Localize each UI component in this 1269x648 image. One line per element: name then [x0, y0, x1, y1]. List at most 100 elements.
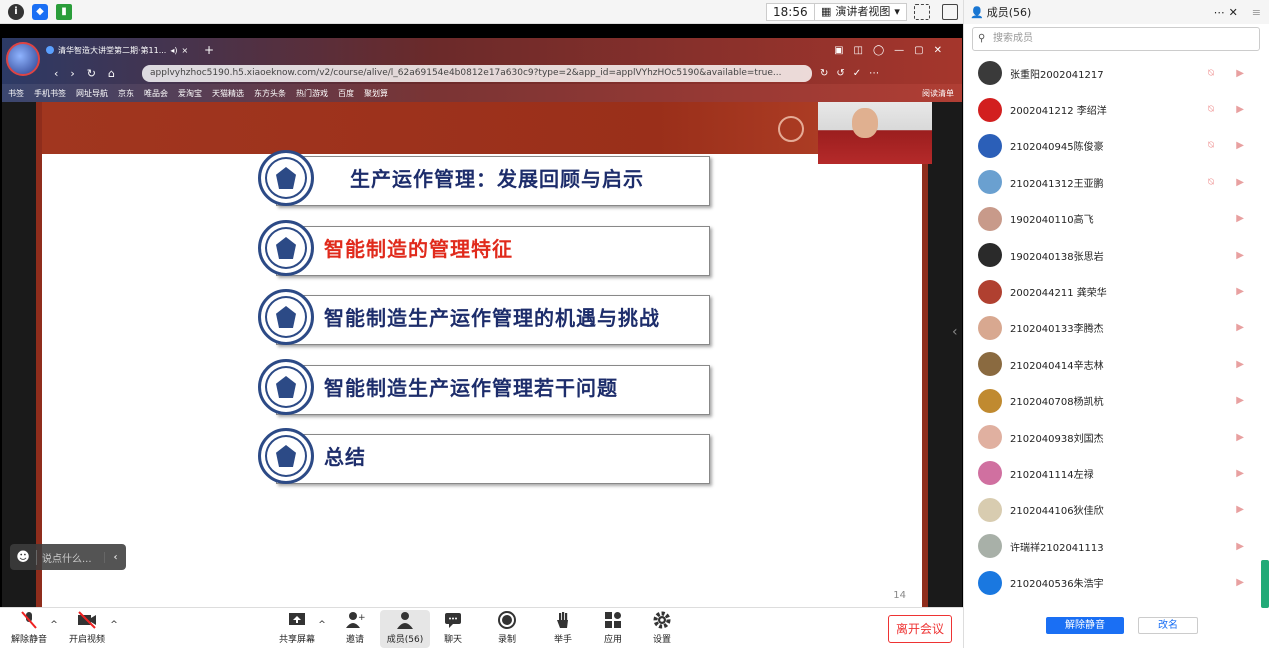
signal-icon[interactable]: ▮ — [56, 3, 72, 20]
grid-icon: ▦ — [821, 5, 832, 18]
bookmark-item[interactable]: 百度 — [338, 88, 354, 99]
toc-item: 总结 — [258, 428, 710, 484]
toc-badge-icon — [258, 359, 314, 415]
member-row[interactable]: 2102041312王亚鹏 ⍉ ▶ — [964, 164, 1258, 200]
member-row[interactable]: 1902040110高飞 ▶ — [964, 201, 1258, 237]
university-emblem-icon — [778, 116, 804, 142]
bookmark-item[interactable]: 京东 — [118, 88, 134, 99]
member-row[interactable]: 2102040938刘国杰 ▶ — [964, 419, 1258, 455]
avatar — [978, 352, 1002, 377]
leave-meeting-button[interactable]: 离开会议 — [888, 615, 952, 643]
speaker-video[interactable] — [818, 102, 932, 164]
member-row[interactable]: 2102040708杨凯杭 ▶ — [964, 383, 1258, 419]
more-icon[interactable]: ⋯ — [1214, 6, 1225, 19]
members-panel: 👤 成员(56) ⋯ ✕ ≡ ⚲ 搜索成员 张重阳2002041217 ⍉ ▶ 200… — [963, 0, 1269, 648]
member-row[interactable]: 1902040138张思岩 ▶ — [964, 237, 1258, 273]
apps-label: 应用 — [603, 635, 622, 645]
bookmark-item[interactable]: 东方头条 — [254, 88, 286, 99]
avatar — [978, 243, 1002, 268]
collapse-chat-icon[interactable]: ‹ — [104, 551, 126, 563]
tab-title: 清华智造大讲堂第二期·第11... — [58, 45, 167, 55]
slide-page-number: 14 — [893, 590, 906, 601]
invite-icon: + — [346, 612, 365, 628]
member-name: 2002044211 龚荣华 — [1010, 288, 1107, 300]
speaker-icon: ◂) — [170, 45, 178, 55]
chevron-left-icon[interactable]: ‹ — [952, 324, 958, 340]
info-icon[interactable]: i — [8, 3, 24, 20]
record-button[interactable]: 录制 — [482, 610, 532, 645]
chevron-up-icon[interactable]: ^ — [44, 620, 64, 630]
panel-toggle-icon[interactable] — [942, 4, 958, 20]
apps-button[interactable]: 应用 — [588, 610, 638, 645]
shared-screen: 清华智造大讲堂第二期·第11... ◂) × + ▣◫◯—▢✕ ‹›↻⌂ app… — [0, 24, 963, 607]
bookmark-item[interactable]: 聚划算 — [364, 88, 388, 99]
view-mode-selector[interactable]: ▦ 演讲者视图 ▾ — [814, 3, 907, 21]
member-row[interactable]: 2002044211 龚荣华 ▶ — [964, 273, 1258, 309]
toc-badge-icon — [258, 428, 314, 484]
avatar — [978, 425, 1002, 450]
member-search-input[interactable]: ⚲ 搜索成员 — [972, 27, 1260, 51]
rename-button[interactable]: 改名 — [1138, 617, 1198, 634]
avatar — [978, 388, 1002, 413]
toc-badge-icon — [258, 289, 314, 345]
browser-tab-bar: 清华智造大讲堂第二期·第11... ◂) × + ▣◫◯—▢✕ — [2, 38, 962, 62]
bookmark-item[interactable]: 网址导航 — [76, 88, 108, 99]
camera-off-icon: ▶ — [1236, 577, 1244, 589]
bookmark-item[interactable]: 书签 — [8, 88, 24, 99]
member-row[interactable]: 2102044106狄佳欣 ▶ — [964, 492, 1258, 528]
slide-header — [42, 102, 922, 154]
panel-scrollbar[interactable] — [1261, 560, 1269, 608]
member-name: 2002041212 李绍洋 — [1010, 106, 1107, 118]
invite-label: 邀请 — [345, 635, 364, 645]
toc-item: 智能制造生产运作管理若干问题 — [258, 359, 710, 415]
address-bar[interactable]: applvyhzhoc5190.h5.xiaoeknow.com/v2/cour… — [142, 64, 812, 82]
member-row[interactable]: 2102040536朱浩宇 ▶ — [964, 564, 1258, 600]
member-row[interactable]: 2102040945陈俊豪 ⍉ ▶ — [964, 128, 1258, 164]
chat-quick-input[interactable]: ☻ 说点什么... ‹ — [10, 544, 126, 570]
mute-all-button[interactable]: 解除静音 — [1046, 617, 1124, 634]
member-row[interactable]: 2102040133李腾杰 ▶ — [964, 310, 1258, 346]
member-name: 1902040138张思岩 — [1010, 251, 1104, 263]
close-tab-icon[interactable]: × — [182, 46, 189, 55]
member-row[interactable]: 2102040414辛志林 ▶ — [964, 346, 1258, 382]
avatar — [978, 461, 1002, 486]
shield-icon[interactable]: ◆ — [32, 3, 48, 20]
window-controls[interactable]: ▣◫◯—▢✕ — [834, 45, 952, 56]
invite-button[interactable]: + 邀请 — [330, 610, 380, 645]
member-name: 2102040708杨凯杭 — [1010, 397, 1104, 409]
member-row[interactable]: 2002041212 李绍洋 ⍉ ▶ — [964, 91, 1258, 127]
member-row[interactable]: 张重阳2002041217 ⍉ ▶ — [964, 55, 1258, 91]
close-icon[interactable]: ✕ — [1229, 6, 1238, 19]
settings-button[interactable]: 设置 — [637, 610, 687, 645]
chevron-down-icon: ▾ — [894, 5, 900, 18]
raise-hand-button[interactable]: 举手 — [538, 610, 588, 645]
chevron-up-icon[interactable]: ^ — [312, 620, 332, 630]
bookmark-item[interactable]: 天猫精选 — [212, 88, 244, 99]
toc-badge-icon — [258, 220, 314, 276]
bookmark-item[interactable]: 爱淘宝 — [178, 88, 202, 99]
mic-off-icon: ⍉ — [1208, 176, 1214, 188]
camera-off-icon: ▶ — [1236, 213, 1244, 225]
shared-browser-window: 清华智造大讲堂第二期·第11... ◂) × + ▣◫◯—▢✕ ‹›↻⌂ app… — [2, 38, 962, 607]
bookmark-item[interactable]: 热门游戏 — [296, 88, 328, 99]
member-name: 2102040536朱浩宇 — [1010, 579, 1104, 591]
member-row[interactable]: 2102041114左禄 ▶ — [964, 455, 1258, 491]
browser-tab[interactable]: 清华智造大讲堂第二期·第11... ◂) × — [46, 40, 204, 60]
presentation-slide: 生产运作管理：发展回顾与启示 智能制造的管理特征 智能制造生产运作管理的机遇与挑… — [36, 102, 932, 607]
emoji-icon[interactable]: ☻ — [10, 550, 36, 565]
bookmark-item[interactable]: 手机书签 — [34, 88, 66, 99]
toc-text: 智能制造生产运作管理的机遇与挑战 — [324, 306, 660, 330]
menu-icon[interactable]: ≡ — [1252, 6, 1261, 19]
extension-icons[interactable]: ↻↺✓⋯ — [820, 68, 887, 79]
chat-button[interactable]: 聊天 — [428, 610, 478, 645]
members-button[interactable]: 成员(56) — [380, 610, 430, 648]
member-row[interactable]: 许瑞祥2102041113 ▶ — [964, 528, 1258, 564]
new-tab-icon[interactable]: + — [204, 43, 214, 57]
chevron-up-icon[interactable]: ^ — [104, 620, 124, 630]
reading-list[interactable]: 阅读清单 — [922, 88, 954, 99]
start-video-label: 开启视频 — [68, 635, 105, 645]
nav-buttons[interactable]: ‹›↻⌂ — [54, 67, 127, 80]
mic-off-icon: ⍉ — [1208, 104, 1214, 116]
bookmark-item[interactable]: 唯品会 — [144, 88, 168, 99]
fullscreen-icon[interactable] — [914, 4, 930, 20]
